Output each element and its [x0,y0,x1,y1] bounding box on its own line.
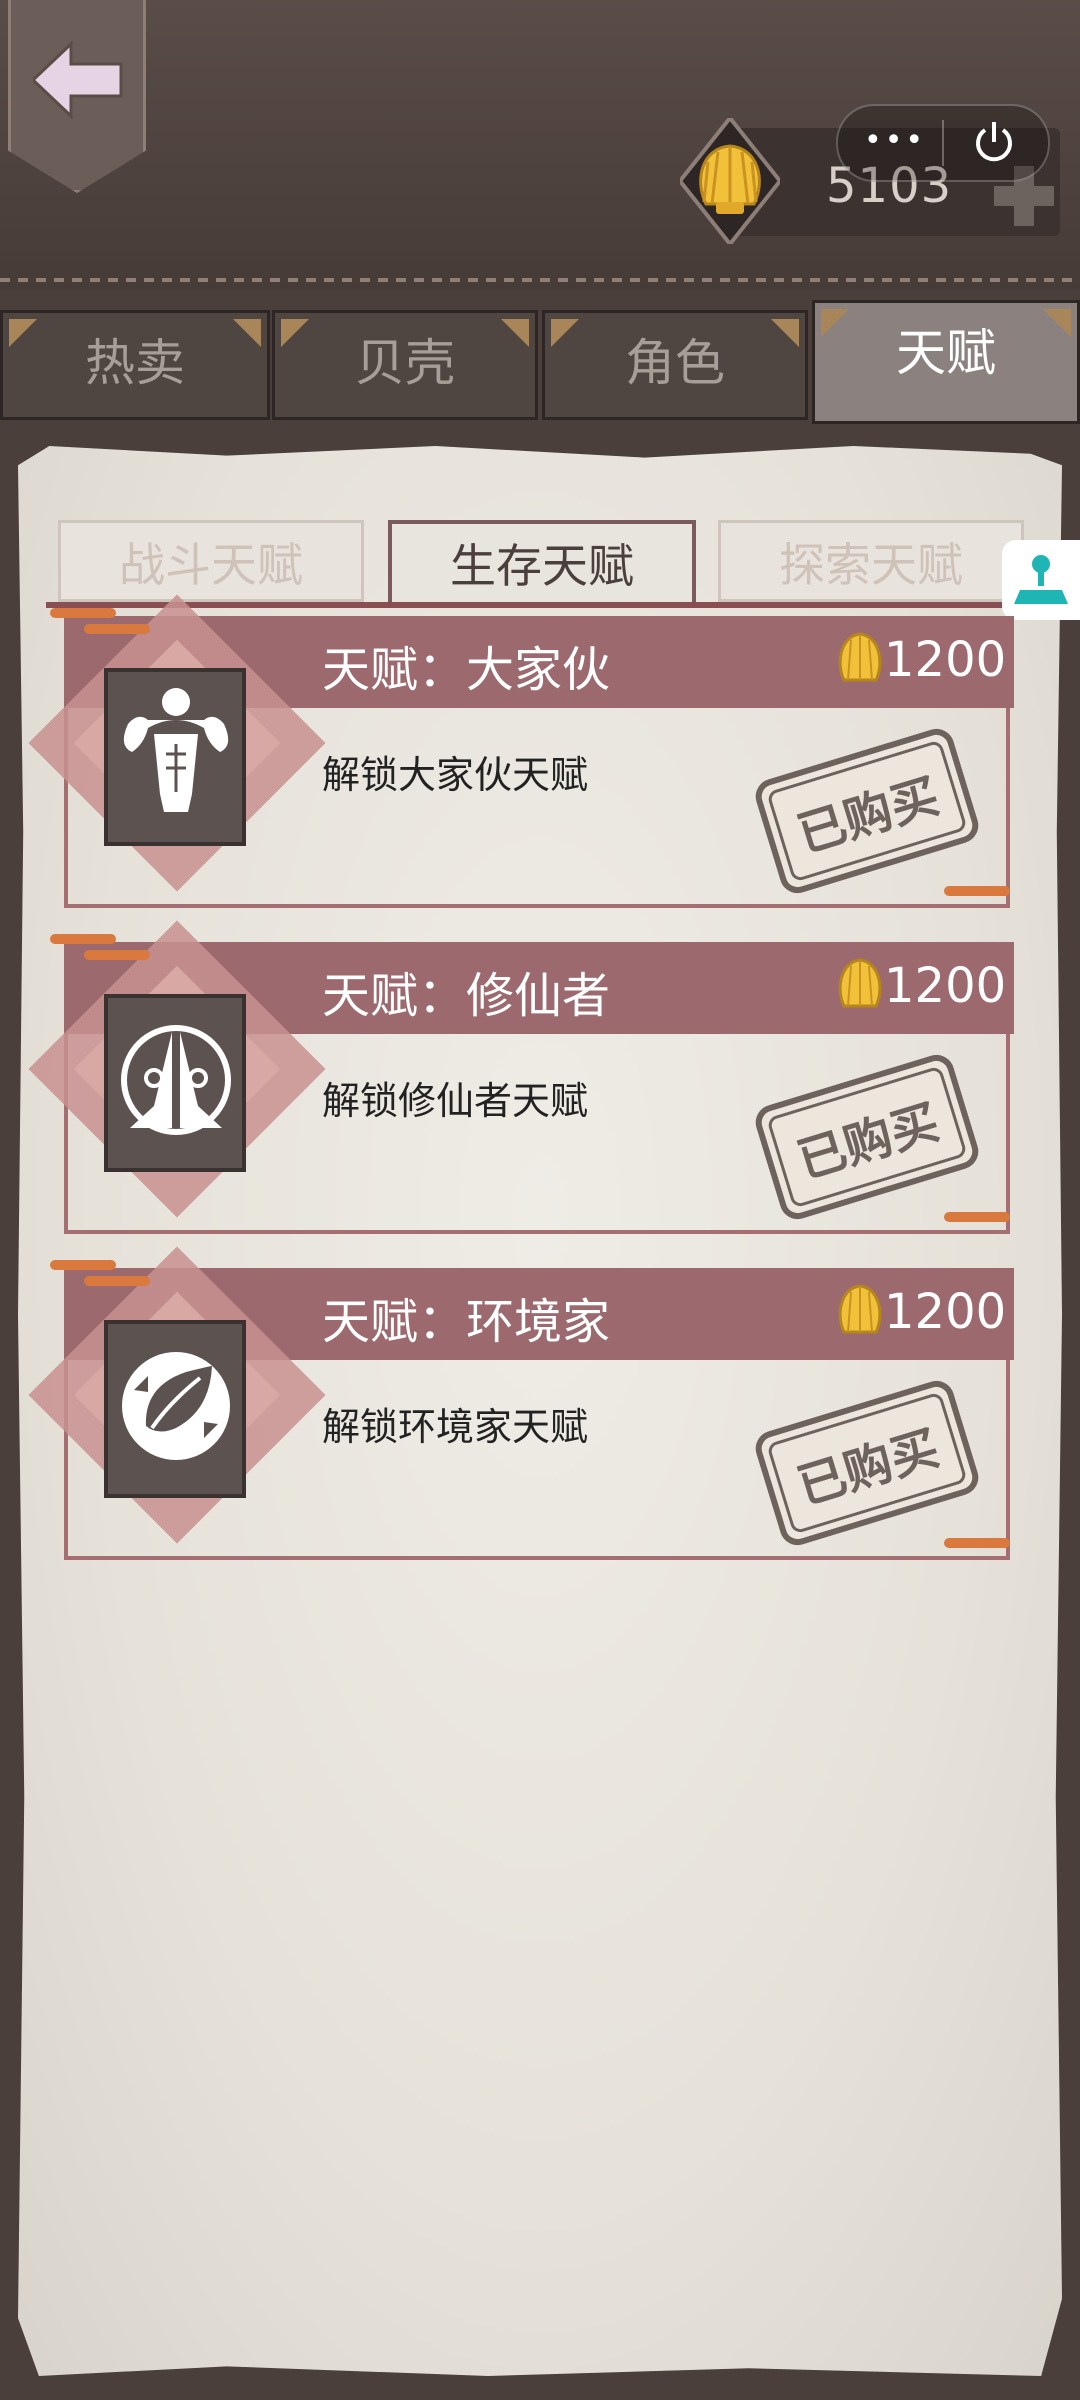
talent-price: 1200 [884,1284,1007,1340]
talent-icon-box [104,1320,246,1498]
ribbon-decoration [84,624,150,634]
praying-hands-icon [121,1025,231,1135]
talent-card: 天赋：修仙者 1200 解锁修仙者天赋 已购买 [28,920,1014,1238]
talent-title: 天赋：大家伙 [322,642,611,698]
capsule-divider [942,120,944,166]
subtab-explore-talents[interactable]: 探索天赋 [718,520,1024,602]
tab-corner [281,319,309,347]
ribbon-decoration [50,1260,116,1270]
tab-hot[interactable]: 热卖 [0,310,270,420]
subtab-label: 战斗天赋 [119,538,303,592]
tab-corner [551,319,579,347]
miniprogram-capsule: ••• [836,104,1050,182]
floating-helper-button[interactable] [1002,540,1080,620]
ribbon-decoration [944,886,1010,896]
talent-card: 天赋：大家伙 1200 解锁大家伙天赋 已购买 [28,594,1014,912]
talent-description: 解锁环境家天赋 [322,1405,589,1449]
tab-label: 热卖 [85,334,185,392]
subtab-label: 探索天赋 [779,538,963,592]
power-icon[interactable] [970,118,1018,166]
back-arrow-icon [33,40,123,120]
talent-card: 天赋：环境家 1200 解锁环境家天赋 已购买 [28,1246,1014,1564]
main-tabs: 热卖 贝壳 角色 天赋 [0,300,1080,424]
subtab-label: 生存天赋 [450,539,634,593]
recycle-leaf-icon [122,1352,230,1460]
talent-title: 天赋：环境家 [322,1294,611,1350]
tab-corner [821,309,849,337]
talent-description: 解锁修仙者天赋 [322,1079,589,1123]
shell-icon [838,632,882,682]
talent-price: 1200 [884,632,1007,688]
shell-icon [838,1284,882,1334]
more-icon[interactable]: ••• [864,126,926,156]
talent-description: 解锁大家伙天赋 [322,753,589,797]
talent-price: 1200 [884,958,1007,1014]
shell-icon [838,958,882,1008]
ribbon-decoration [944,1212,1010,1222]
tab-corner [1043,309,1071,337]
ribbon-decoration [84,950,150,960]
tab-label: 天赋 [896,324,996,382]
tab-corner [233,319,261,347]
tab-talents[interactable]: 天赋 [812,300,1080,424]
tab-label: 贝壳 [355,334,455,392]
talent-icon-box [104,994,246,1172]
subtab-combat-talents[interactable]: 战斗天赋 [58,520,364,602]
tab-corner [501,319,529,347]
tab-shells[interactable]: 贝壳 [272,310,538,420]
talent-icon-box [104,668,246,846]
shell-icon [680,118,780,244]
tab-characters[interactable]: 角色 [542,310,808,420]
tab-corner [9,319,37,347]
tab-corner [771,319,799,347]
ribbon-decoration [944,1538,1010,1548]
ribbon-decoration [50,934,116,944]
ribbon-decoration [84,1276,150,1286]
muscle-man-icon [123,688,229,812]
ribbon-decoration [50,608,116,618]
talent-title: 天赋：修仙者 [322,968,611,1024]
subtabs-divider [46,602,1024,608]
tab-label: 角色 [625,334,725,392]
joystick-icon [1014,555,1068,604]
subtab-survival-talents[interactable]: 生存天赋 [388,520,696,608]
